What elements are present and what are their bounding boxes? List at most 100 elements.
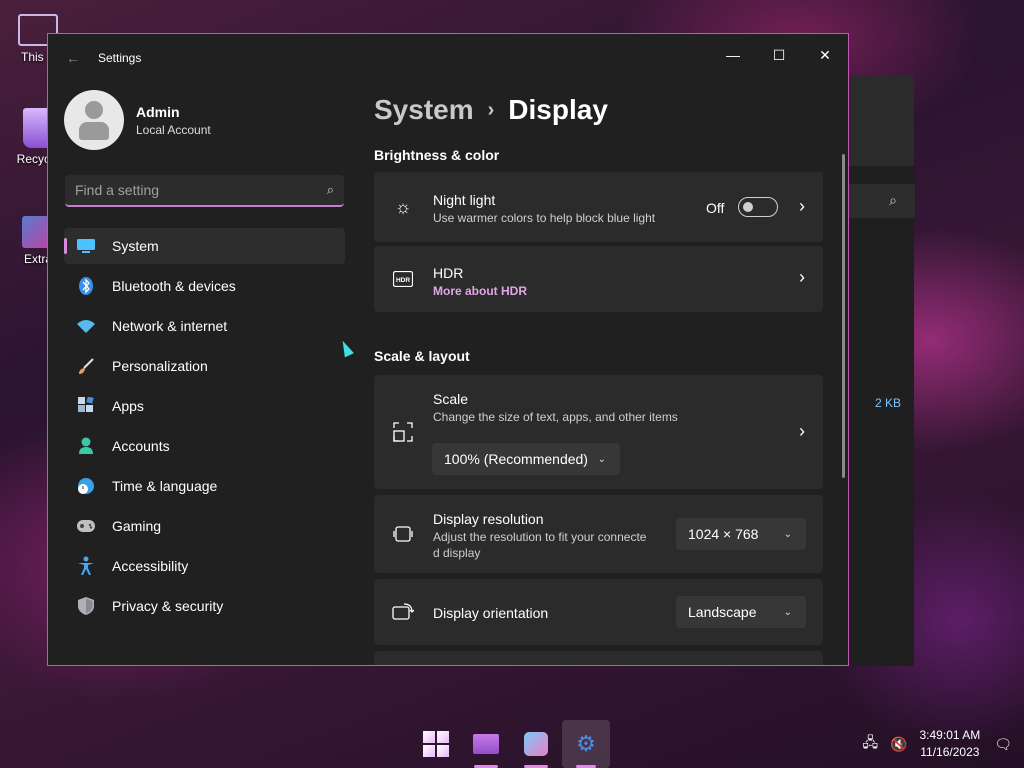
hdr-icon-text: HDR: [396, 277, 410, 284]
minimize-icon: —: [726, 47, 740, 63]
minimize-button[interactable]: —: [710, 40, 756, 70]
sidebar-item-label: Personalization: [112, 358, 208, 374]
sidebar-item-system[interactable]: System: [64, 228, 345, 264]
content-pane: System › Display Brightness & color ☼ Ni…: [374, 82, 826, 665]
clock-time: 3:49:01 AM: [919, 728, 981, 742]
shield-icon: [76, 596, 96, 616]
orientation-dropdown[interactable]: Landscape ⌄: [676, 596, 806, 628]
hdr-card[interactable]: HDR HDR More about HDR ›: [374, 246, 823, 312]
card-title: Night light: [433, 192, 496, 208]
next-setting-card: [374, 651, 823, 665]
chevron-right-icon[interactable]: ›: [799, 196, 805, 217]
dropdown-value: 100% (Recommended): [444, 451, 588, 467]
notification-icon[interactable]: 🗨: [994, 736, 1012, 753]
more-about-hdr-link[interactable]: More about HDR: [433, 284, 527, 298]
start-button[interactable]: [412, 720, 460, 768]
scale-card[interactable]: Scale Change the size of text, apps, and…: [374, 375, 823, 489]
toggle-state-label: Off: [706, 200, 725, 216]
chevron-right-icon: ›: [487, 98, 495, 121]
card-subtitle-line1: Adjust the resolution to fit your connec…: [433, 530, 647, 544]
taskbar: ⚙ 🖧 🔇 3:49:01 AM 11/16/2023 🗨: [0, 720, 1024, 768]
background-window-header: [849, 76, 914, 166]
sidebar-item-label: Bluetooth & devices: [112, 278, 236, 294]
sidebar-nav: System Bluetooth & devices Network & int…: [64, 228, 345, 628]
search-box[interactable]: ⌕: [65, 175, 344, 207]
sidebar-item-label: System: [112, 238, 159, 254]
maximize-button[interactable]: ☐: [756, 40, 802, 70]
taskbar-apps: ⚙: [412, 720, 612, 768]
dropdown-value: 1024 × 768: [688, 526, 759, 542]
avatar: [64, 90, 124, 150]
profile-card[interactable]: Admin Local Account: [64, 90, 211, 150]
sidebar-item-time-language[interactable]: Time & language: [64, 468, 345, 504]
sidebar-item-label: Time & language: [112, 478, 218, 494]
night-light-toggle[interactable]: [738, 197, 778, 217]
network-icon[interactable]: 🖧: [862, 732, 878, 756]
accounts-icon: [76, 436, 96, 456]
sidebar-item-privacy-security[interactable]: Privacy & security: [64, 588, 345, 624]
bluetooth-icon: [76, 276, 96, 296]
display-resolution-card: Display resolution Adjust the resolution…: [374, 495, 823, 573]
close-button[interactable]: ✕: [802, 40, 848, 70]
card-subtitle: Use warmer colors to help block blue lig…: [433, 211, 656, 225]
taskbar-file-explorer[interactable]: [462, 720, 510, 768]
apps-icon: [76, 396, 96, 416]
resolution-dropdown[interactable]: 1024 × 768 ⌄: [676, 518, 806, 550]
background-explorer-window[interactable]: ⌕ 2 KB: [848, 76, 915, 666]
gamepad-icon: [76, 516, 96, 536]
file-size-text: 2 KB: [875, 396, 902, 410]
chevron-right-icon[interactable]: ›: [799, 421, 805, 442]
sidebar-item-accounts[interactable]: Accounts: [64, 428, 345, 464]
breadcrumb: System › Display: [374, 94, 608, 126]
sun-icon: ☼: [394, 196, 412, 217]
clock[interactable]: 3:49:01 AM 11/16/2023: [920, 727, 981, 761]
accessibility-icon: [76, 556, 96, 576]
search-input[interactable]: [75, 182, 327, 198]
globe-clock-icon: [76, 476, 96, 496]
sidebar-item-network[interactable]: Network & internet: [64, 308, 345, 344]
card-title: HDR: [433, 265, 464, 281]
search-icon[interactable]: ⌕: [327, 182, 334, 198]
resolution-icon: [392, 523, 414, 545]
clock-date: 11/16/2023: [920, 745, 980, 759]
sidebar-item-bluetooth[interactable]: Bluetooth & devices: [64, 268, 345, 304]
taskbar-settings[interactable]: ⚙: [562, 720, 610, 768]
profile-account-type: Local Account: [136, 122, 211, 137]
sidebar-item-label: Gaming: [112, 518, 162, 534]
card-subtitle-line2: d display: [433, 546, 481, 560]
hdr-icon: HDR: [392, 268, 414, 290]
background-window-search[interactable]: ⌕: [849, 184, 915, 218]
chevron-right-icon[interactable]: ›: [799, 267, 805, 288]
back-arrow-icon[interactable]: ←: [66, 50, 80, 66]
breadcrumb-parent[interactable]: System: [374, 94, 474, 126]
page-title: Display: [508, 94, 608, 125]
system-icon: [76, 236, 96, 256]
windows-logo-icon: [423, 731, 449, 757]
system-tray: 🖧 🔇 3:49:01 AM 11/16/2023 🗨: [862, 720, 1024, 768]
volume-muted-icon[interactable]: 🔇: [890, 736, 907, 753]
title-bar[interactable]: ← Settings — ☐ ✕: [48, 34, 848, 82]
sidebar-item-apps[interactable]: Apps: [64, 388, 345, 424]
wifi-icon: [76, 316, 96, 336]
brush-icon: [76, 356, 96, 376]
sidebar-item-label: Accessibility: [112, 558, 189, 574]
content-scrollbar[interactable]: [842, 154, 845, 478]
folder-icon: [473, 734, 499, 754]
sidebar-item-gaming[interactable]: Gaming: [64, 508, 345, 544]
sidebar-item-accessibility[interactable]: Accessibility: [64, 548, 345, 584]
scale-dropdown[interactable]: 100% (Recommended) ⌄: [432, 443, 620, 475]
chevron-down-icon: ⌄: [783, 528, 792, 540]
taskbar-app-three[interactable]: [512, 720, 560, 768]
sidebar-item-label: Apps: [112, 398, 144, 414]
settings-window: ← Settings — ☐ ✕ Admin Local Account ⌕ S…: [47, 33, 849, 666]
window-title: Settings: [98, 51, 142, 65]
maximize-icon: ☐: [772, 46, 786, 63]
scale-icon: [392, 421, 414, 443]
chevron-down-icon: ⌄: [597, 453, 606, 465]
sidebar-item-label: Privacy & security: [112, 598, 224, 614]
sidebar-item-personalization[interactable]: Personalization: [64, 348, 345, 384]
section-title-scale-layout: Scale & layout: [374, 348, 470, 364]
sidebar-item-label: Accounts: [112, 438, 170, 454]
dropdown-value: Landscape: [688, 604, 757, 620]
night-light-card[interactable]: ☼ Night light Use warmer colors to help …: [374, 172, 823, 242]
